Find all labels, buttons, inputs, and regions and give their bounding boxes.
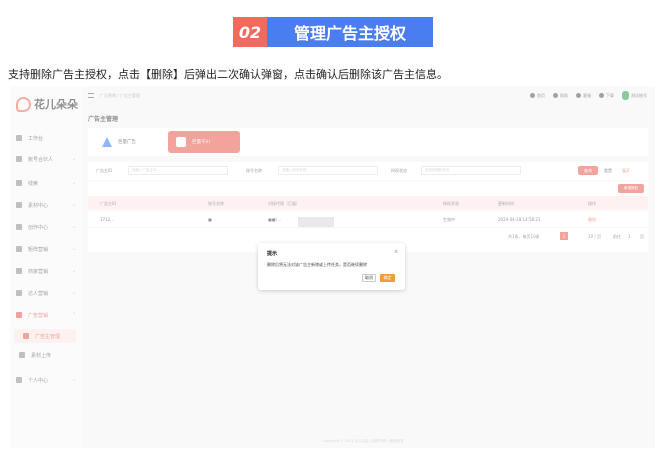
delete-confirm-dialog: 提示 × 删除后将无法对该广告主新增或上传任务，是否继续删除 取消 确定	[258, 243, 405, 290]
section-number: 02	[233, 17, 267, 47]
section-title: 管理广告主授权	[267, 17, 433, 47]
section-banner: 02 管理广告主授权	[233, 17, 433, 47]
dialog-title: 提示	[267, 251, 278, 257]
dialog-message: 删除后将无法对该广告主新增或上传任务，是否继续删除	[267, 262, 367, 267]
app-screenshot: 花儿朵朵 工作台 账号合伙人 ⌄ 线索 ⌄ 素材中心 ⌄ 创作中心 ⌄ 矩阵营销 ⌄ 商家…	[10, 86, 655, 448]
cancel-button[interactable]: 取消	[362, 274, 376, 282]
close-icon[interactable]: ×	[394, 249, 398, 255]
confirm-button[interactable]: 确定	[380, 274, 395, 282]
feature-description: 支持删除广告主授权，点击【删除】后弹出二次确认弹窗，点击确认后删除该广告主信息。	[8, 68, 448, 81]
